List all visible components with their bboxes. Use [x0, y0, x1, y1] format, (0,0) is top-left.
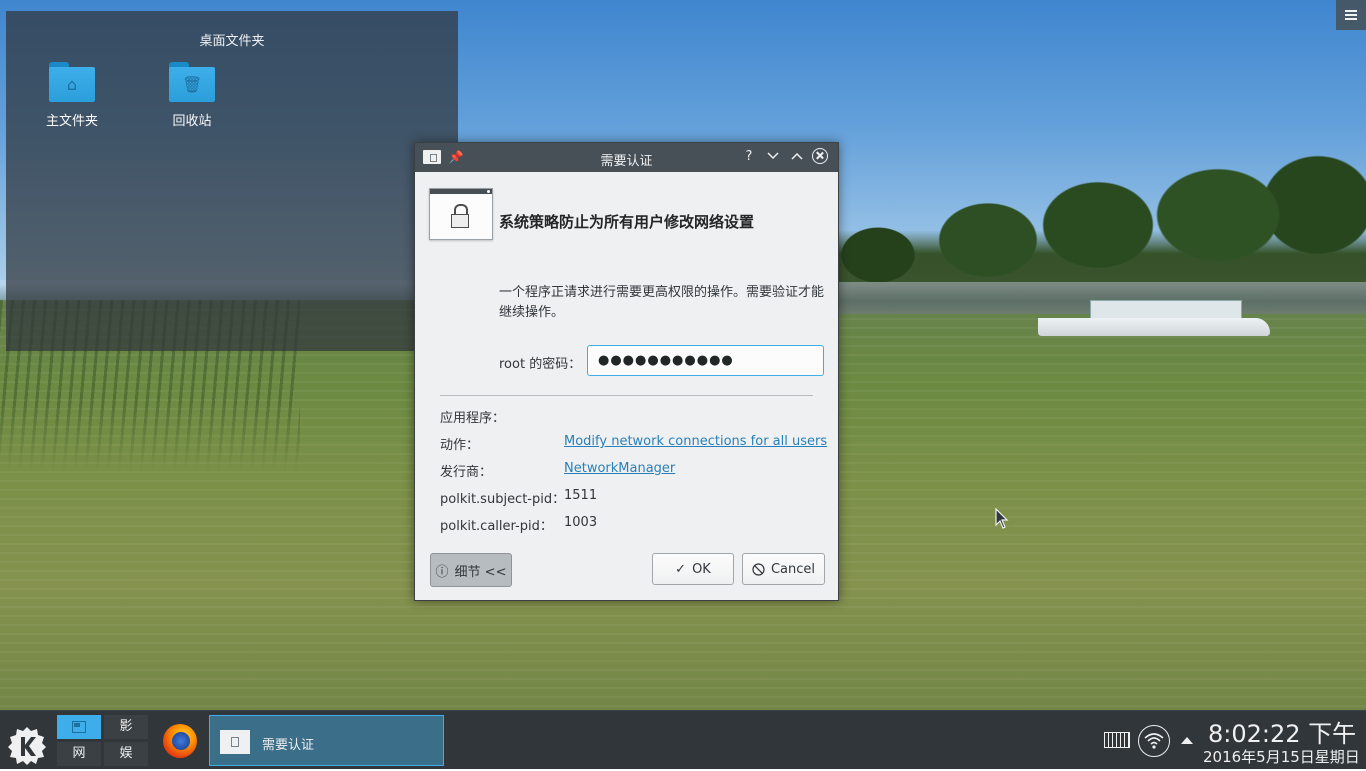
close-button[interactable] [812, 148, 828, 164]
keyboard-icon[interactable] [1104, 732, 1130, 748]
wallpaper-boat [1038, 318, 1270, 336]
task-label: 需要认证 [262, 738, 315, 753]
home-icon: ⌂ [66, 75, 78, 94]
trash-folder-label: 回收站 [172, 114, 212, 129]
dialog-description: 一个程序正请求进行需要更高权限的操作。需要验证才能继续操作。 [499, 285, 825, 320]
detail-key: 动作： [440, 438, 480, 453]
pager-desktop-3[interactable]: 网 [57, 742, 101, 766]
chevron-down-icon [767, 152, 779, 160]
cancel-button-label: Cancel [770, 561, 816, 577]
home-folder-icon: ⌂ [49, 62, 95, 102]
lock-icon [429, 188, 493, 240]
detail-key: 应用程序： [440, 411, 506, 426]
clock-date[interactable]: 2016年5月15日星期日 [1203, 746, 1360, 767]
pager-desktop-1[interactable] [57, 715, 101, 739]
cancel-icon [752, 562, 765, 576]
application-launcher-button[interactable] [6, 725, 48, 767]
wallpaper-trees [838, 145, 1366, 300]
clock-time[interactable]: 8:02:22 下午 [1208, 714, 1356, 749]
chevron-up-icon [791, 152, 803, 160]
trash-folder-icon-item[interactable]: 🗑 回收站 [147, 62, 237, 129]
auth-dialog: 📌 需要认证 ? 系统策略防止为所有用户修改网络设置 一个程序正请求进行需要更高… [414, 142, 839, 601]
detail-key: polkit.caller-pid： [440, 519, 553, 534]
dialog-headline: 系统策略防止为所有用户修改网络设置 [499, 213, 755, 231]
vendor-link[interactable]: NetworkManager [564, 461, 675, 476]
desktop-folder-view[interactable]: 桌面文件夹 ⌂ 主文件夹 🗑 回收站 [6, 11, 458, 351]
hamburger-menu-icon [1345, 10, 1357, 20]
kde-logo-icon [8, 727, 46, 765]
detail-value: 1511 [564, 488, 598, 503]
help-button[interactable]: ? [740, 148, 758, 166]
checkmark-icon: ✓ [675, 561, 687, 577]
home-folder-label: 主文件夹 [45, 114, 98, 129]
detail-key: 发行商： [440, 465, 493, 480]
cancel-button[interactable]: Cancel [742, 553, 825, 585]
ok-button[interactable]: ✓ OK [652, 553, 734, 585]
home-folder-icon-item[interactable]: ⌂ 主文件夹 [27, 62, 117, 129]
ok-button-label: OK [692, 561, 711, 577]
password-label: root 的密码： [499, 357, 582, 372]
firefox-launcher-icon[interactable] [163, 724, 197, 758]
trash-folder-icon: 🗑 [169, 62, 215, 102]
taskbar-panel: 影 网 娱 需要认证 8:02:22 下午 2016年5月15日星期日 [0, 710, 1366, 769]
minimize-button[interactable] [764, 148, 782, 166]
virtual-desktop-pager[interactable]: 影 网 娱 [57, 715, 149, 767]
details-button-label: 细节 << [454, 564, 507, 580]
pager-desktop-2[interactable]: 影 [104, 715, 148, 739]
password-input[interactable] [587, 345, 824, 376]
action-link[interactable]: Modify network connections for all users [564, 434, 827, 449]
tray-expand-arrow-icon[interactable] [1181, 737, 1193, 744]
detail-key: polkit.subject-pid： [440, 492, 566, 507]
info-icon: ⓘ [435, 564, 449, 580]
detail-value: 1003 [564, 515, 598, 530]
folder-view-title: 桌面文件夹 [199, 34, 265, 49]
desktop-toolbox-button[interactable] [1336, 0, 1366, 30]
maximize-button[interactable] [788, 148, 806, 166]
details-separator [440, 395, 813, 396]
trash-icon: 🗑 [182, 75, 203, 94]
dialog-titlebar[interactable]: 📌 需要认证 ? [415, 143, 838, 172]
taskbar-task-auth-dialog[interactable]: 需要认证 [209, 715, 444, 766]
pager-desktop-4[interactable]: 娱 [104, 742, 148, 766]
network-wifi-icon[interactable] [1138, 725, 1170, 757]
details-toggle-button[interactable]: ⓘ 细节 << [430, 553, 512, 587]
lock-window-icon [220, 730, 250, 754]
